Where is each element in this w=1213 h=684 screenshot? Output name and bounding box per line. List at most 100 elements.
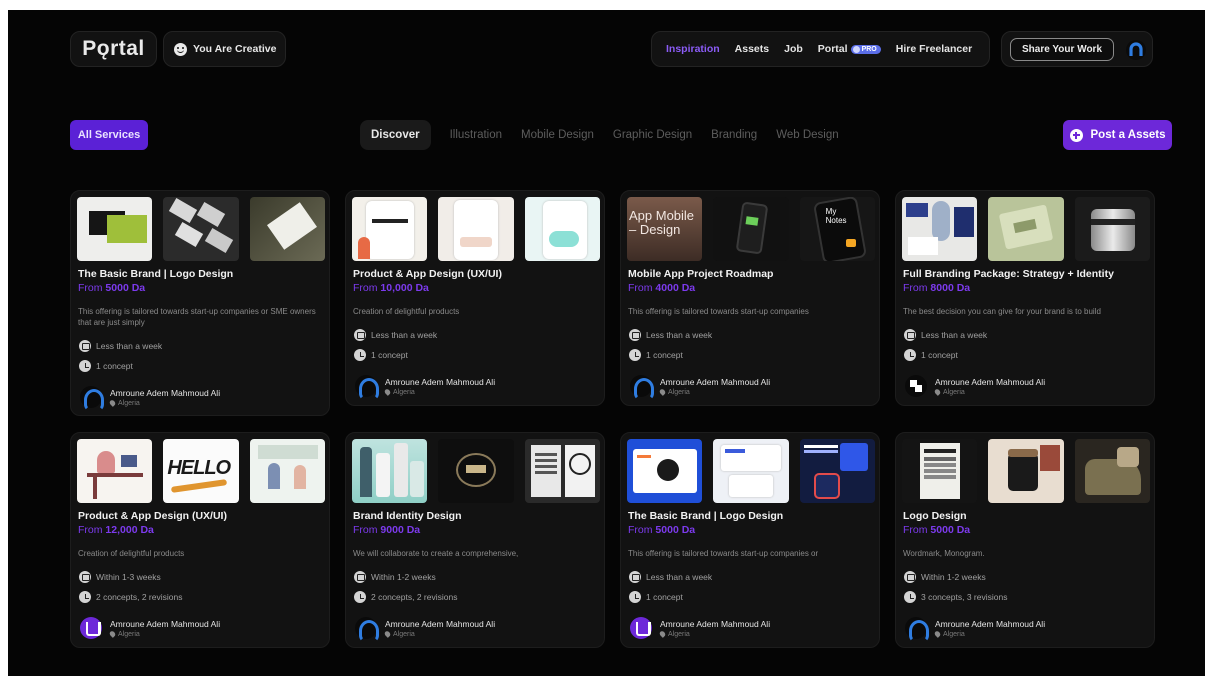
card-author[interactable]: Amroune Adem Mahmoud Ali Algeria [355, 375, 495, 400]
service-card[interactable]: Product & App Design (UX/UI) From 10,000… [345, 190, 605, 406]
share-your-work-button[interactable]: Share Your Work [1010, 38, 1114, 61]
service-card[interactable]: The Basic Brand | Logo Design From 5000 … [70, 190, 330, 416]
post-assets-button[interactable]: Post a Assets [1063, 120, 1172, 150]
card-description: Creation of delightful products [78, 549, 185, 558]
user-avatar[interactable] [1126, 40, 1146, 60]
thumb-text: My [825, 207, 837, 216]
tab-illustration[interactable]: Illustration [450, 129, 502, 141]
thumbnail-image [524, 197, 600, 261]
logo-text: Pǫrtal [82, 37, 145, 60]
avatar [355, 375, 379, 400]
tab-mobile-design[interactable]: Mobile Design [521, 129, 594, 141]
card-description: Creation of delightful products [353, 307, 460, 316]
clock-icon [354, 591, 366, 603]
clock-icon [79, 591, 91, 603]
author-location: Algeria [933, 630, 1045, 638]
service-card[interactable]: Full Branding Package: Strategy + Identi… [895, 190, 1155, 406]
nav-portal-label: Portal [817, 43, 848, 55]
thumb-text: Notes [825, 216, 847, 225]
share-container: Share Your Work [1001, 31, 1153, 67]
price-value: 12,000 Da [105, 524, 154, 536]
author-name: Amroune Adem Mahmoud Ali [110, 387, 221, 398]
category-tabs: Discover Illustration Mobile Design Grap… [360, 119, 858, 151]
service-card[interactable]: The Basic Brand | Logo Design From 5000 … [620, 432, 880, 648]
card-author[interactable]: Amroune Adem Mahmoud Ali Algeria [630, 375, 770, 400]
nav-item-job[interactable]: Job [784, 43, 803, 55]
thumb-text: Design [639, 222, 681, 237]
location-pin-icon [383, 630, 392, 638]
nav-item-hire-freelancer[interactable]: Hire Freelancer [896, 43, 972, 55]
price-value: 8000 Da [930, 282, 971, 294]
thumbnail-image [713, 197, 789, 261]
clock-icon [79, 360, 91, 372]
concept-count: 1 concept [629, 349, 683, 361]
card-title: Product & App Design (UX/UI) [353, 268, 502, 280]
clock-icon [354, 349, 366, 361]
thumbnail-image: HELLO [163, 439, 239, 503]
delivery-time: Within 1-2 weeks [354, 571, 436, 583]
price-value: 5000 Da [655, 524, 696, 536]
concepts-label: 1 concept [646, 350, 683, 360]
service-card[interactable]: App Mobile – Design My Notes Mobile App Pr… [620, 190, 880, 406]
calendar-icon [904, 571, 916, 583]
tab-graphic-design[interactable]: Graphic Design [613, 129, 692, 141]
service-card[interactable]: Logo Design From 5000 Da Wordmark, Monog… [895, 432, 1155, 648]
card-author[interactable]: Amroune Adem Mahmoud Ali Algeria [905, 617, 1046, 642]
all-services-button[interactable]: All Services [70, 120, 148, 150]
service-card[interactable]: HELLO Product & App Design (UX/UI) From … [70, 432, 330, 648]
delivery-time: Less than a week [629, 571, 712, 583]
card-author[interactable]: Amroune Adem Mahmoud Ali Algeria [80, 386, 221, 411]
card-description: This offering is tailored towards start-… [628, 549, 819, 558]
nav-item-portal[interactable]: Portal PRO [818, 43, 881, 55]
thumbnail-image [627, 439, 703, 503]
thumbnail-image [524, 439, 600, 503]
author-location: Algeria [108, 399, 220, 407]
card-price: From 5000 Da [628, 524, 695, 536]
price-prefix: From [353, 524, 378, 536]
tab-web-design[interactable]: Web Design [776, 129, 838, 141]
location-pin-icon [658, 630, 667, 638]
price-value: 4000 Da [655, 282, 696, 294]
service-card[interactable]: Brand Identity Design From 9000 Da We wi… [345, 432, 605, 648]
card-price: From 9000 Da [353, 524, 420, 536]
portal-logo[interactable]: Pǫrtal [70, 31, 157, 67]
card-author[interactable]: Amroune Adem Mahmoud Ali Algeria [80, 617, 220, 639]
calendar-icon [79, 340, 91, 352]
location-label: Algeria [668, 630, 690, 638]
thumbnail-image [713, 439, 789, 503]
delivery-label: Within 1-3 weeks [96, 572, 161, 582]
calendar-icon [354, 571, 366, 583]
avatar [905, 375, 927, 397]
app-frame: Pǫrtal You Are Creative Inspiration Asse… [8, 10, 1205, 676]
author-name: Amroune Adem Mahmoud Ali [660, 618, 771, 629]
concept-count: 1 concept [354, 349, 408, 361]
clock-icon [904, 591, 916, 603]
delivery-time: Within 1-3 weeks [79, 571, 161, 583]
card-author[interactable]: Amroune Adem Mahmoud Ali Algeria [630, 617, 770, 639]
you-are-creative-button[interactable]: You Are Creative [163, 31, 286, 67]
thumbnail-image [902, 197, 978, 261]
card-title: Mobile App Project Roadmap [628, 268, 774, 280]
tab-branding[interactable]: Branding [711, 129, 757, 141]
card-author[interactable]: Amroune Adem Mahmoud Ali Algeria [905, 375, 1045, 397]
card-description: Wordmark, Monogram. [903, 549, 985, 558]
thumbnail-image: My Notes [799, 197, 875, 261]
nav-item-inspiration[interactable]: Inspiration [666, 43, 720, 55]
card-title: Brand Identity Design [353, 510, 462, 522]
price-value: 9000 Da [380, 524, 421, 536]
calendar-icon [904, 329, 916, 341]
thumbnail-image [1074, 197, 1150, 261]
nav-item-assets[interactable]: Assets [735, 43, 769, 55]
location-label: Algeria [393, 630, 415, 638]
tab-discover[interactable]: Discover [360, 120, 431, 150]
card-author[interactable]: Amroune Adem Mahmoud Ali Algeria [355, 617, 495, 642]
location-label: Algeria [118, 630, 140, 638]
delivery-label: Less than a week [646, 572, 713, 582]
thumbnail-image: App Mobile – Design [627, 197, 703, 261]
concepts-label: 3 concepts, 3 revisions [921, 592, 1008, 602]
card-thumbnails [352, 439, 600, 503]
location-pin-icon [383, 388, 392, 396]
concept-count: 2 concepts, 2 revisions [79, 591, 182, 603]
card-thumbnails [902, 439, 1150, 503]
author-name: Amroune Adem Mahmoud Ali [935, 618, 1046, 629]
